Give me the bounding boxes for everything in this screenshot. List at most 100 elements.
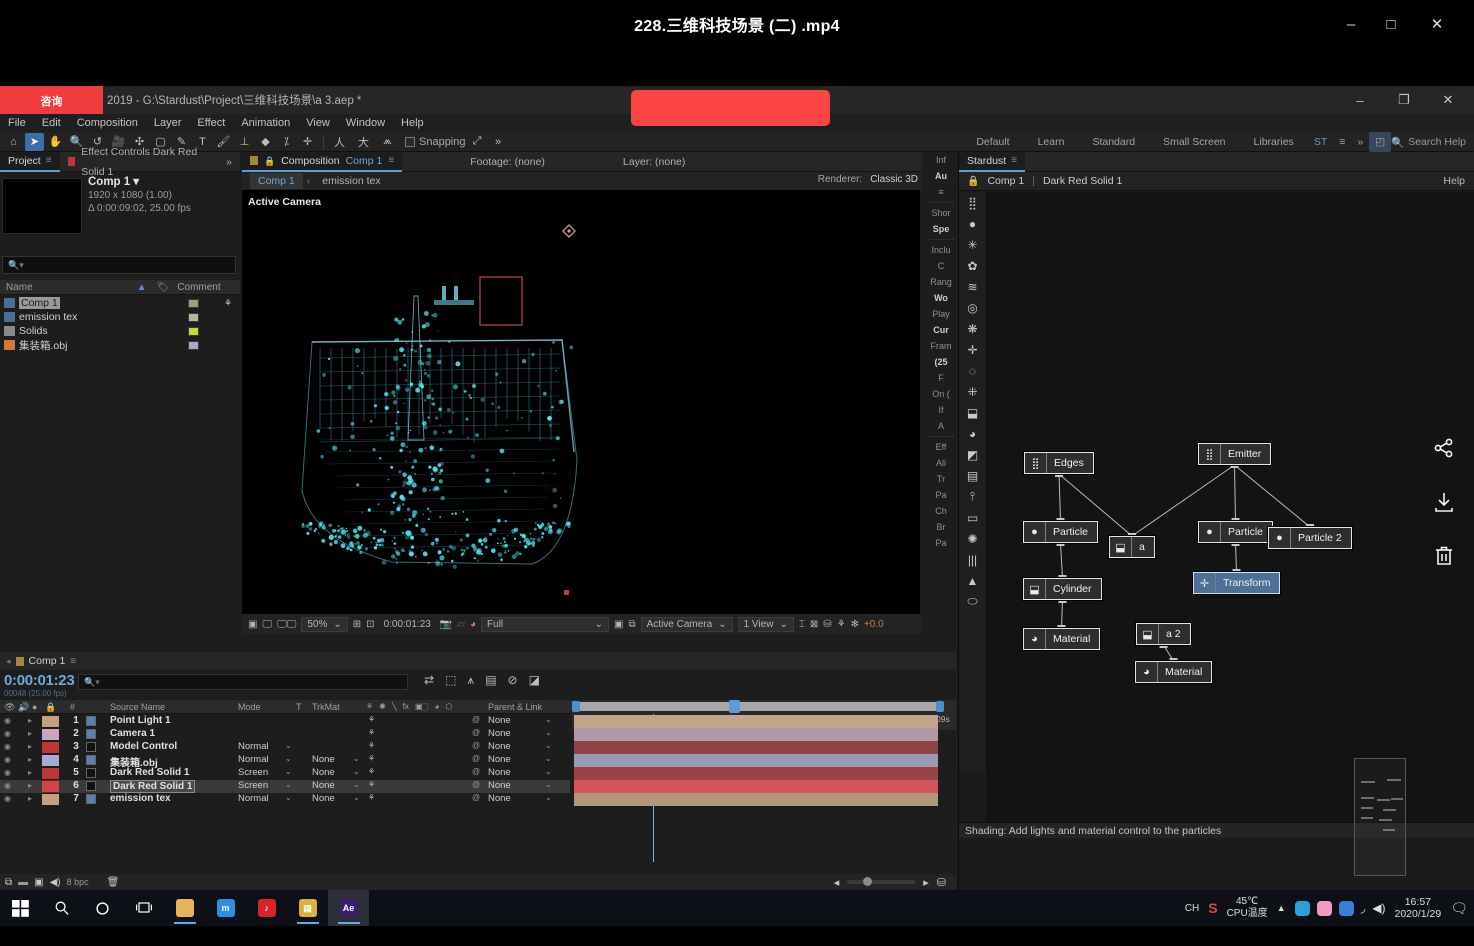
layer-3d-switch[interactable]: ⚘ (368, 741, 375, 750)
timeline-collapse-icon[interactable]: ◂ (6, 656, 11, 667)
node-particle1[interactable]: ●Particle (1023, 521, 1098, 543)
show-snapshot-icon[interactable]: ▱ (457, 619, 465, 630)
layer-expand-icon[interactable]: ▸ (28, 729, 32, 738)
flowchart-icon[interactable]: ⚘ (837, 619, 846, 630)
folder-icon[interactable]: ▬ (18, 877, 28, 888)
duplicate-tool-icon[interactable]: ⁜ (959, 381, 986, 402)
node-material2[interactable]: ◕Material (1135, 661, 1212, 683)
menu-animation[interactable]: Animation (233, 115, 298, 131)
workspace-more-icon[interactable]: » (1351, 132, 1369, 152)
strip-label[interactable]: Play (924, 306, 958, 322)
layer-expand-icon[interactable]: ▸ (28, 755, 32, 764)
menu-help[interactable]: Help (393, 115, 432, 131)
zoom-in-icon[interactable]: ▸ (923, 876, 929, 889)
column-parent-link[interactable]: Parent & Link (488, 702, 542, 712)
menu-effect[interactable]: Effect (189, 115, 233, 131)
resolution-select[interactable]: Full⌄ (481, 617, 609, 632)
layer-video-toggle[interactable]: ◉ (4, 794, 11, 803)
workspace-default[interactable]: Default (962, 132, 1023, 152)
clone-stamp-tool-icon[interactable]: ⊥ (235, 133, 254, 151)
magnification-select[interactable]: 50%⌄ (301, 617, 347, 632)
align-icon[interactable]: ⤢ (468, 133, 487, 151)
node-particle2[interactable]: ●Particle (1198, 521, 1273, 543)
parent-dropdown-icon[interactable]: ⌄ (545, 767, 552, 776)
layer-color-swatch[interactable] (42, 742, 59, 753)
toggle-lock-icon[interactable]: 🔒 (45, 702, 56, 713)
strip-label[interactable]: Wo (924, 290, 958, 306)
menu-file[interactable]: File (0, 115, 34, 131)
layer-name[interactable]: Dark Red Solid 1 (110, 780, 195, 793)
mode-dropdown-icon[interactable]: ⌄ (285, 780, 292, 789)
trash-icon[interactable] (1432, 544, 1456, 568)
timeline-layer-row[interactable]: ◉▸7emission texNormal⌄None⌄⚘None@⌄ (0, 793, 570, 806)
workspace-st-tab[interactable]: ST (1308, 132, 1333, 152)
node-edges[interactable]: ⣿Edges (1024, 452, 1094, 474)
layer-parent[interactable]: None (488, 780, 511, 791)
workspace-learn[interactable]: Learn (1024, 132, 1079, 152)
emitter-tool-icon[interactable]: ⣿ (959, 192, 986, 213)
timeline-layer-row[interactable]: ◉▸1Point Light 1⚘None@⌄ (0, 715, 570, 728)
layer-expand-icon[interactable]: ▸ (28, 781, 32, 790)
consult-badge[interactable]: 咨询 (0, 86, 103, 116)
camera-view-select[interactable]: Active Camera⌄ (641, 617, 733, 632)
layer-color-swatch[interactable] (42, 755, 59, 766)
grid-icon[interactable]: ⊡ (366, 619, 374, 630)
volume-icon[interactable]: ◀) (1372, 901, 1385, 916)
transparency-grid-icon[interactable]: ▣ (614, 619, 623, 630)
comp-button-icon[interactable]: ⛁ (937, 876, 946, 889)
pixel-aspect-icon[interactable]: ⌶ (799, 619, 805, 630)
more-tools-icon[interactable]: » (489, 133, 508, 151)
viewer-timecode[interactable]: 0:00:01:23 (384, 619, 431, 630)
layer-expand-icon[interactable]: ▸ (28, 742, 32, 751)
shield-icon[interactable] (1339, 901, 1354, 916)
ae-maximize-button[interactable]: ❐ (1382, 86, 1426, 114)
layer-3d-switch[interactable]: ⚘ (368, 728, 375, 737)
composition-mini-flowchart-icon[interactable]: ⇄ (424, 673, 434, 688)
work-area-end-handle[interactable] (936, 701, 944, 712)
bars-tool-icon[interactable]: ||| (959, 549, 986, 570)
menu-window[interactable]: Window (338, 115, 393, 131)
tab-stardust[interactable]: Stardust ≡ (959, 152, 1025, 172)
column-t[interactable]: T (296, 702, 302, 712)
layer-trkmat[interactable]: None (312, 780, 335, 791)
strip-label[interactable]: Ali (924, 455, 958, 471)
layer-switch-icon[interactable]: ⚘ (366, 702, 373, 713)
node-particle-2[interactable]: ●Particle 2 (1268, 527, 1352, 549)
parent-pickwhip-icon[interactable]: @ (472, 715, 480, 724)
timeline-tab-label[interactable]: Comp 1 (29, 655, 66, 667)
player-minimize-button[interactable]: – (1334, 10, 1368, 38)
file-explorer-icon[interactable] (164, 890, 205, 926)
parent-dropdown-icon[interactable]: ⌄ (545, 793, 552, 802)
sort-icon[interactable]: ▲ (137, 282, 147, 293)
mode-dropdown-icon[interactable]: ⌄ (285, 741, 292, 750)
timeline-layer-row[interactable]: ◉▸4集装箱.objNormal⌄None⌄⚘None@⌄ (0, 754, 570, 767)
light-tool-icon[interactable]: ⫯ (959, 486, 986, 507)
work-area-start-handle[interactable] (572, 701, 580, 712)
strip-label[interactable]: Shor (924, 205, 958, 221)
layer-3d-switch[interactable]: ⚘ (368, 715, 375, 724)
disintegrate-tool-icon[interactable]: ❋ (959, 318, 986, 339)
layer-duration-bar[interactable] (574, 767, 938, 780)
layer-expand-icon[interactable]: ▸ (28, 768, 32, 777)
layer-duration-bar[interactable] (574, 728, 938, 741)
roto-brush-tool-icon[interactable]: ⁒ (277, 133, 296, 151)
menu-layer[interactable]: Layer (146, 115, 190, 131)
panel-menu-icon[interactable]: ≡ (70, 656, 76, 667)
workspace-standard[interactable]: Standard (1078, 132, 1149, 152)
layer-mode[interactable]: Screen (238, 767, 268, 778)
draft-3d-icon[interactable]: ⬚ (445, 673, 456, 688)
strip-label[interactable]: (25 (924, 354, 958, 370)
layer-parent[interactable]: None (488, 754, 511, 765)
parent-dropdown-icon[interactable]: ⌄ (545, 728, 552, 737)
project-item[interactable]: Solids (0, 324, 240, 338)
toggle-transparency-icon[interactable]: ▣ (248, 619, 257, 630)
hand-tool-icon[interactable]: ✋ (46, 133, 65, 151)
timeline-search-input[interactable]: 🔍▾ (78, 674, 408, 690)
cpu-temperature-widget[interactable]: 45℃ CPU温度 (1227, 896, 1268, 920)
motion-blur-icon[interactable]: ⊘ (508, 673, 518, 688)
node-cylinder[interactable]: ⬓Cylinder (1023, 578, 1102, 600)
trkmat-dropdown-icon[interactable]: ⌄ (353, 780, 360, 789)
strip-label[interactable]: Au (924, 168, 958, 184)
eraser-tool-icon[interactable]: ◆ (256, 133, 275, 151)
layer-trkmat[interactable]: None (312, 767, 335, 778)
